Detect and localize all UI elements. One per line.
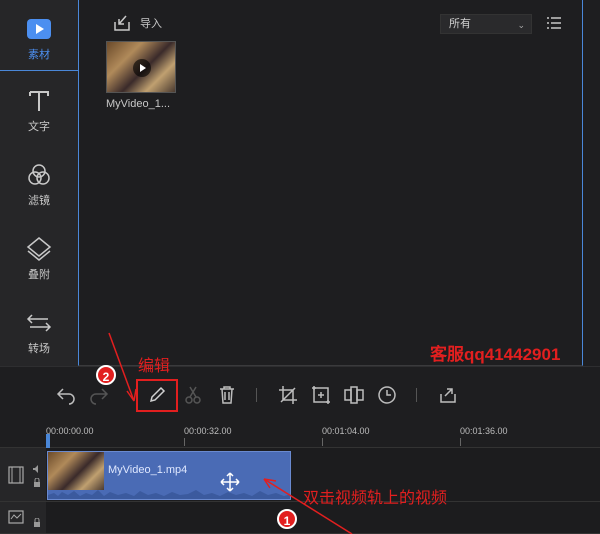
- clip-name: MyVideo_1.mp4: [108, 464, 188, 476]
- clip-thumbnail: [48, 452, 104, 490]
- edit-annotation-label: 编辑: [138, 358, 171, 375]
- undo-button[interactable]: [55, 384, 77, 406]
- delete-button[interactable]: [216, 384, 238, 406]
- ruler-tick: [184, 438, 185, 446]
- media-thumbnail[interactable]: [106, 41, 176, 93]
- sidebar-item-filter[interactable]: 滤镜: [0, 162, 78, 208]
- delete-icon: [220, 386, 234, 404]
- list-view-icon[interactable]: [546, 16, 562, 30]
- zoom-button[interactable]: [310, 384, 332, 406]
- sidebar-item-label: 滤镜: [28, 195, 50, 207]
- import-button[interactable]: 导入: [112, 14, 162, 32]
- transition-icon: [26, 314, 52, 332]
- sidebar-item-label: 叠附: [28, 269, 50, 281]
- import-icon: [114, 15, 130, 31]
- toolbar-divider: [416, 388, 417, 402]
- import-label: 导入: [140, 18, 162, 30]
- sidebar-item-label: 素材: [28, 49, 50, 61]
- move-cursor-icon: [220, 472, 240, 492]
- chevron-down-icon: ⌄: [517, 20, 525, 30]
- cut-icon: [185, 386, 201, 404]
- audio-track-header: [0, 502, 46, 534]
- step-2-badge: 2: [96, 365, 116, 385]
- sidebar-item-label: 文字: [28, 121, 50, 133]
- tick-label: 00:00:32.00: [184, 426, 232, 436]
- mosaic-icon: [344, 386, 364, 404]
- overlay-icon: [26, 237, 52, 261]
- zoom-icon: [312, 386, 330, 404]
- clock-icon: [378, 386, 396, 404]
- lock-icon[interactable]: [33, 478, 41, 487]
- media-filter-select[interactable]: 所有 ⌄: [440, 14, 532, 34]
- watermark-text: 客服qq41442901: [430, 345, 561, 364]
- crop-button[interactable]: [277, 384, 299, 406]
- sidebar-divider: [0, 70, 78, 71]
- step-1-badge: 1: [277, 509, 297, 529]
- audio-waveform: [48, 490, 290, 499]
- undo-icon: [56, 388, 75, 405]
- video-clip[interactable]: MyVideo_1.mp4: [47, 451, 291, 500]
- toolbar-divider: [256, 388, 257, 402]
- filter-icon: [28, 164, 50, 185]
- lock-icon[interactable]: [33, 518, 41, 527]
- media-item-name: MyVideo_1...: [106, 98, 171, 110]
- text-icon: [29, 91, 49, 111]
- sidebar-item-media[interactable]: 素材: [0, 16, 78, 62]
- volume-icon[interactable]: [32, 464, 42, 474]
- ruler-tick: [322, 438, 323, 446]
- tick-label: 00:00:00.00: [46, 426, 94, 436]
- tick-label: 00:01:36.00: [460, 426, 508, 436]
- instruction-annotation: 双击视频轨上的视频: [303, 490, 448, 507]
- film-icon: [8, 466, 24, 484]
- media-icon: [27, 19, 51, 39]
- export-icon: [440, 388, 456, 403]
- mosaic-button[interactable]: [343, 384, 365, 406]
- export-button[interactable]: [437, 384, 459, 406]
- cut-button[interactable]: [182, 384, 204, 406]
- crop-icon: [279, 386, 297, 404]
- sidebar-item-text[interactable]: 文字: [0, 88, 78, 134]
- video-track-header: [0, 448, 46, 502]
- sidebar-item-overlay[interactable]: 叠附: [0, 236, 78, 282]
- tick-label: 00:01:04.00: [322, 426, 370, 436]
- sidebar-item-label: 转场: [28, 343, 50, 355]
- filter-value: 所有: [449, 18, 471, 30]
- redo-button[interactable]: [88, 384, 110, 406]
- left-sidebar: 素材 文字 滤镜 叠附 转场: [0, 0, 78, 366]
- edit-highlight-box: [136, 379, 178, 412]
- play-icon: [133, 59, 151, 77]
- audio-wave-icon: [8, 510, 24, 524]
- sidebar-item-transition[interactable]: 转场: [0, 310, 78, 356]
- speed-button[interactable]: [376, 384, 398, 406]
- ruler-tick: [460, 438, 461, 446]
- playhead[interactable]: [46, 434, 50, 448]
- redo-icon: [90, 388, 109, 405]
